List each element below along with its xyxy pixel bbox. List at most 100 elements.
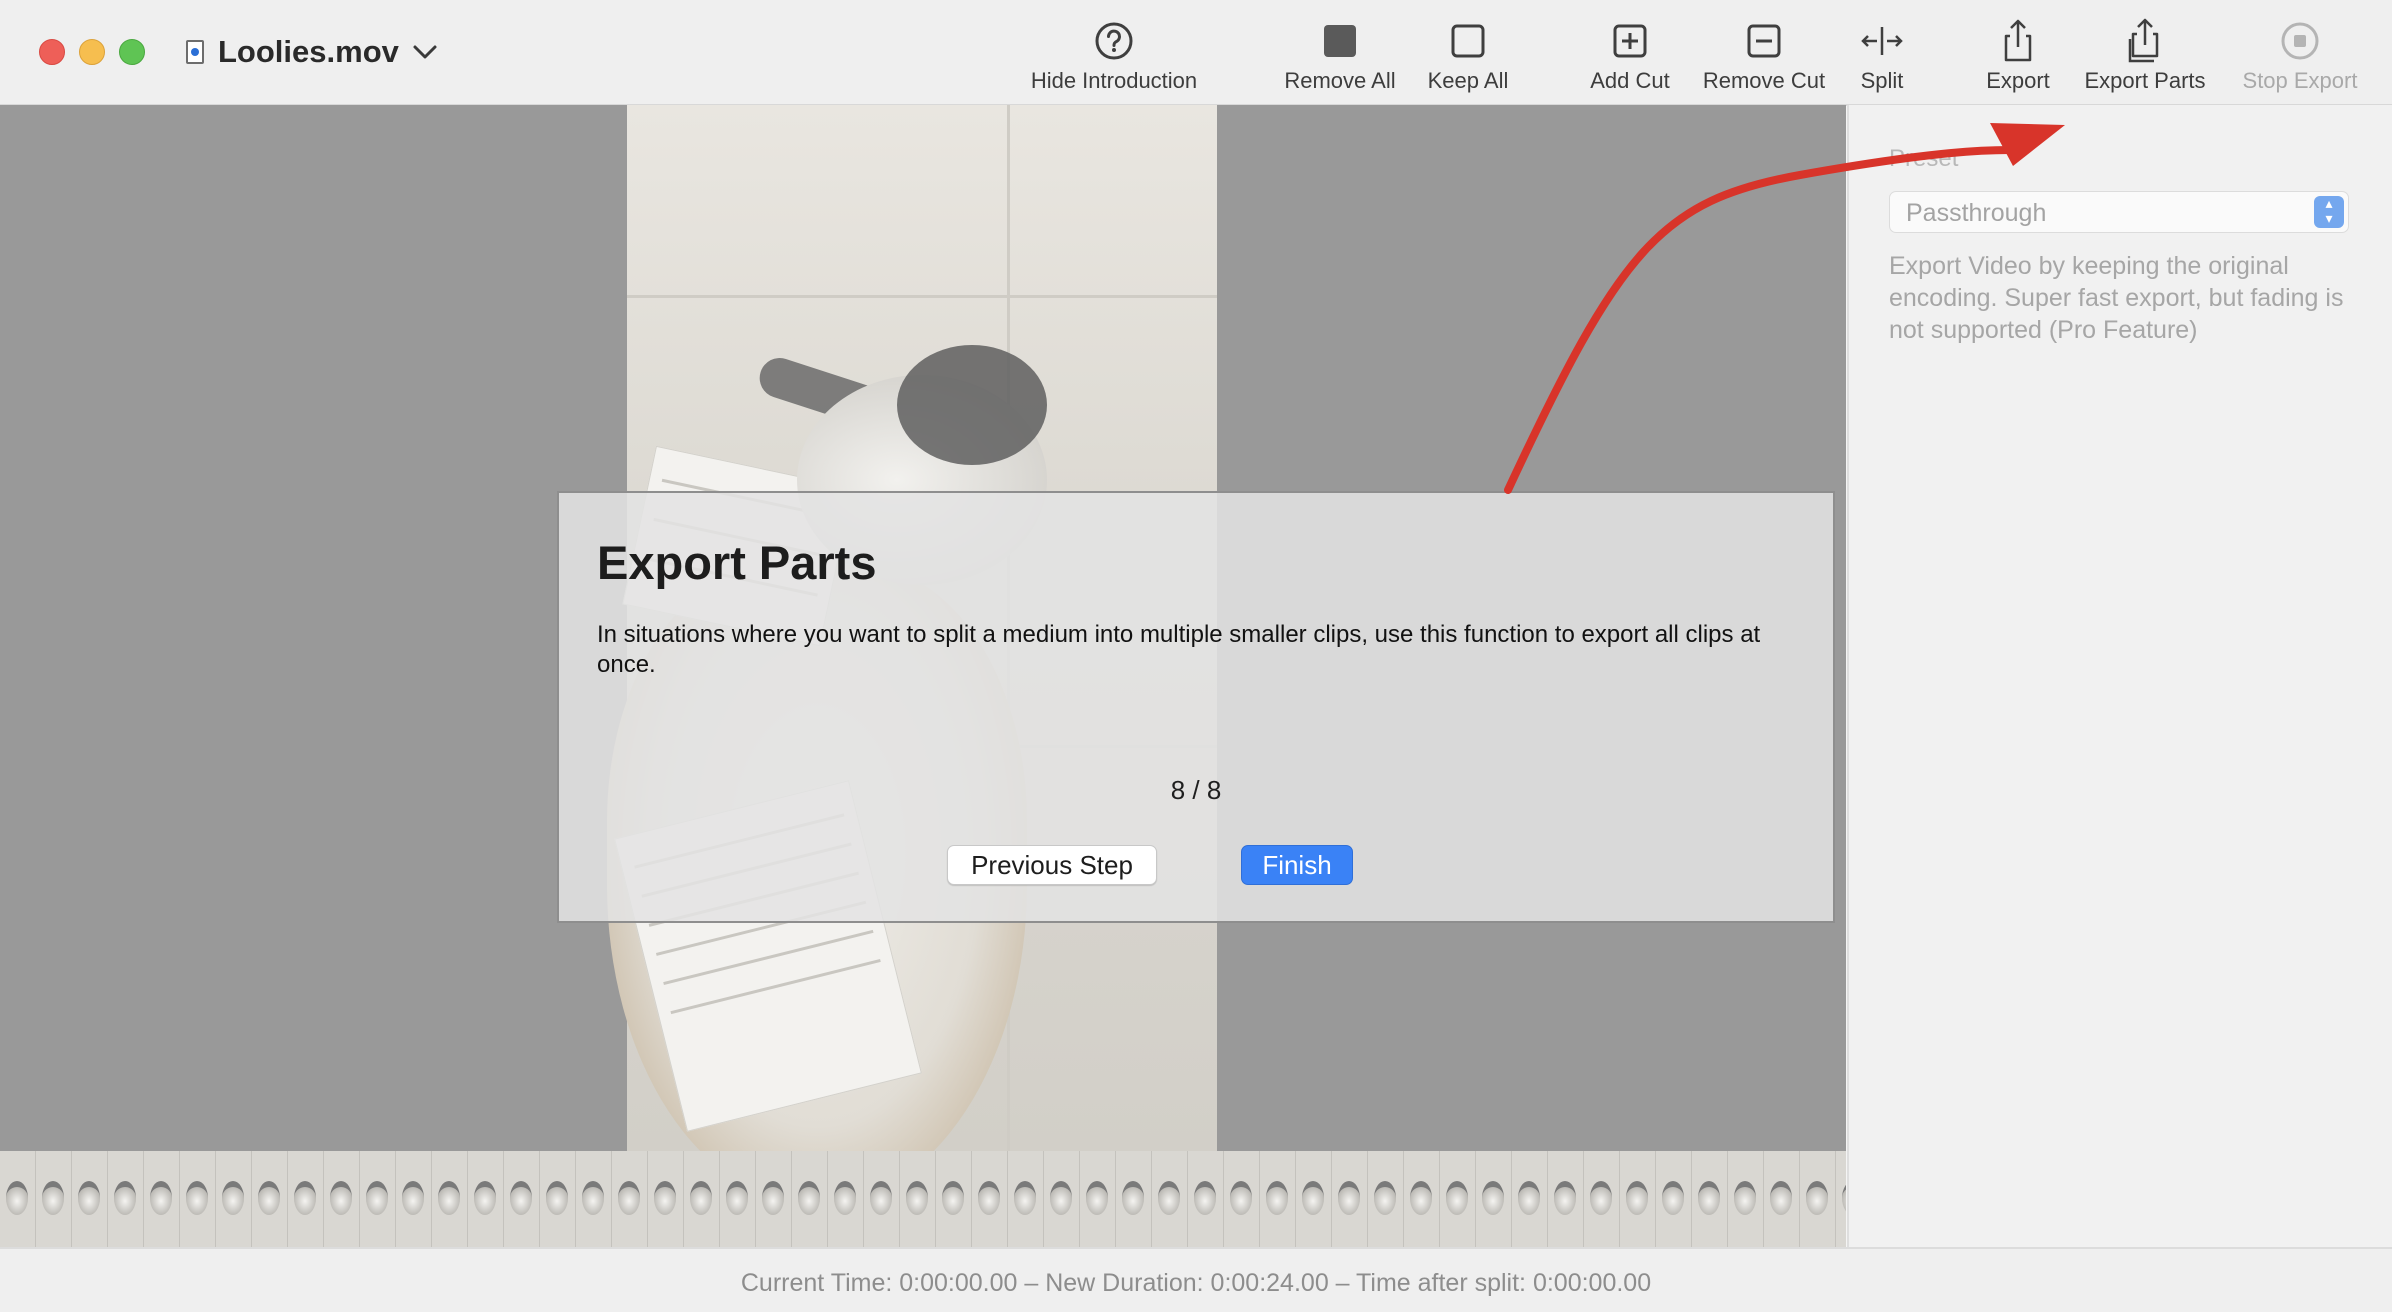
introduction-dialog: Export Parts In situations where you wan… — [557, 491, 1835, 923]
toolbar-label: Remove Cut — [1702, 68, 1826, 93]
document-name: Loolies.mov — [218, 34, 399, 69]
filmstrip-thumbnail — [108, 1151, 144, 1247]
filmstrip-thumbnail — [1836, 1151, 1846, 1247]
filmstrip-thumbnail — [828, 1151, 864, 1247]
preset-description: Export Video by keeping the original enc… — [1889, 252, 2344, 344]
toolbar-label: Hide Introduction — [1030, 68, 1198, 93]
filmstrip-thumbnail — [144, 1151, 180, 1247]
close-window-button[interactable] — [39, 39, 65, 65]
filmstrip-thumbnail — [1368, 1151, 1404, 1247]
filmstrip-thumbnail — [1656, 1151, 1692, 1247]
filmstrip-thumbnail — [1512, 1151, 1548, 1247]
filmstrip-thumbnail — [396, 1151, 432, 1247]
filmstrip-thumbnail — [1080, 1151, 1116, 1247]
preset-select[interactable]: Passthrough ▴ ▾ — [1889, 191, 2349, 233]
filmstrip-thumbnail — [1404, 1151, 1440, 1247]
filmstrip-thumbnail — [972, 1151, 1008, 1247]
filmstrip-thumbnail — [432, 1151, 468, 1247]
minimize-window-button[interactable] — [79, 39, 105, 65]
filmstrip-thumbnail — [468, 1151, 504, 1247]
remove-cut-button[interactable]: Remove Cut — [1696, 16, 1832, 100]
split-arrows-icon — [1861, 27, 1903, 55]
filmstrip-thumbnail — [1116, 1151, 1152, 1247]
filmstrip-thumbnail — [1188, 1151, 1224, 1247]
filmstrip-thumbnail — [1728, 1151, 1764, 1247]
finish-button[interactable]: Finish — [1241, 845, 1353, 885]
filled-square-icon — [1324, 25, 1356, 57]
filmstrip-thumbnail — [936, 1151, 972, 1247]
filmstrip-thumbnail — [648, 1151, 684, 1247]
filmstrip-thumbnail — [576, 1151, 612, 1247]
toolbar-label: Export — [1986, 68, 2050, 93]
updown-chevron-icon: ▴ ▾ — [2314, 196, 2344, 228]
previous-step-button[interactable]: Previous Step — [947, 845, 1157, 885]
dialog-body: In situations where you want to split a … — [597, 621, 1761, 678]
export-parts-button[interactable]: Export Parts — [2080, 16, 2210, 100]
filmstrip-thumbnail — [1476, 1151, 1512, 1247]
filmstrip-thumbnail — [1044, 1151, 1080, 1247]
document-icon — [186, 40, 204, 64]
filmstrip-thumbnail — [180, 1151, 216, 1247]
filmstrip-thumbnail — [864, 1151, 900, 1247]
filmstrip-thumbnail — [720, 1151, 756, 1247]
filmstrip-thumbnail — [216, 1151, 252, 1247]
filmstrip-thumbnail — [504, 1151, 540, 1247]
timeline-filmstrip[interactable] — [0, 1151, 1846, 1247]
preset-value: Passthrough — [1906, 199, 2047, 227]
filmstrip-thumbnail — [1800, 1151, 1836, 1247]
keep-all-button[interactable]: Keep All — [1418, 16, 1518, 100]
share-icon — [2004, 19, 2032, 62]
inspector-panel: Preset Passthrough ▴ ▾ Export Video by ke… — [1847, 105, 2392, 1247]
filmstrip-thumbnail — [252, 1151, 288, 1247]
filmstrip-thumbnail — [612, 1151, 648, 1247]
step-counter: 8 / 8 — [1170, 775, 1222, 805]
add-cut-button[interactable]: Add Cut — [1580, 16, 1680, 100]
chevron-down-icon — [413, 45, 437, 59]
share-multiple-icon — [2128, 18, 2159, 63]
filmstrip-thumbnail — [540, 1151, 576, 1247]
status-text: Current Time: 0:00:00.00 – New Duration:… — [740, 1269, 1652, 1297]
empty-square-icon — [1451, 24, 1485, 58]
filmstrip-thumbnail — [792, 1151, 828, 1247]
stop-export-button[interactable]: Stop Export — [2232, 16, 2368, 100]
toolbar-label: Export Parts — [2084, 68, 2206, 93]
toolbar-label: Split — [1860, 68, 1904, 93]
toolbar-label: Remove All — [1284, 68, 1396, 93]
status-bar: Current Time: 0:00:00.00 – New Duration:… — [0, 1247, 2392, 1312]
filmstrip-thumbnail — [1008, 1151, 1044, 1247]
filmstrip-thumbnail — [1260, 1151, 1296, 1247]
export-button[interactable]: Export — [1968, 16, 2068, 100]
filmstrip-thumbnail — [900, 1151, 936, 1247]
dialog-title: Export Parts — [597, 536, 877, 589]
app-window: Loolies.mov Hide Introduction Remove All — [0, 0, 2392, 1312]
toolbar-label: Add Cut — [1590, 68, 1670, 93]
filmstrip-thumbnail — [684, 1151, 720, 1247]
filmstrip-thumbnail — [36, 1151, 72, 1247]
filmstrip-thumbnail — [1152, 1151, 1188, 1247]
document-title[interactable]: Loolies.mov — [186, 30, 439, 74]
filmstrip-thumbnail — [360, 1151, 396, 1247]
zoom-window-button[interactable] — [119, 39, 145, 65]
toolbar-label: Stop Export — [2242, 68, 2358, 93]
filmstrip-thumbnail — [1440, 1151, 1476, 1247]
filmstrip-thumbnail — [1296, 1151, 1332, 1247]
toolbar-label: Keep All — [1427, 68, 1509, 93]
filmstrip-thumbnail — [756, 1151, 792, 1247]
filmstrip-thumbnail — [1692, 1151, 1728, 1247]
toolbar: Loolies.mov Hide Introduction Remove All — [0, 0, 2392, 106]
preset-label: Preset — [1889, 145, 1959, 172]
filmstrip-thumbnail — [288, 1151, 324, 1247]
hide-introduction-button[interactable]: Hide Introduction — [1016, 16, 1212, 100]
filmstrip-thumbnail — [1584, 1151, 1620, 1247]
filmstrip-thumbnail — [0, 1151, 36, 1247]
filmstrip-thumbnail — [1332, 1151, 1368, 1247]
minus-square-icon — [1747, 24, 1781, 58]
question-circle-icon — [1095, 22, 1133, 60]
filmstrip-thumbnail — [1620, 1151, 1656, 1247]
split-button[interactable]: Split — [1846, 16, 1918, 100]
remove-all-button[interactable]: Remove All — [1278, 16, 1402, 100]
filmstrip-thumbnail — [1548, 1151, 1584, 1247]
filmstrip-thumbnail — [72, 1151, 108, 1247]
plus-square-icon — [1613, 24, 1647, 58]
filmstrip-thumbnail — [1224, 1151, 1260, 1247]
